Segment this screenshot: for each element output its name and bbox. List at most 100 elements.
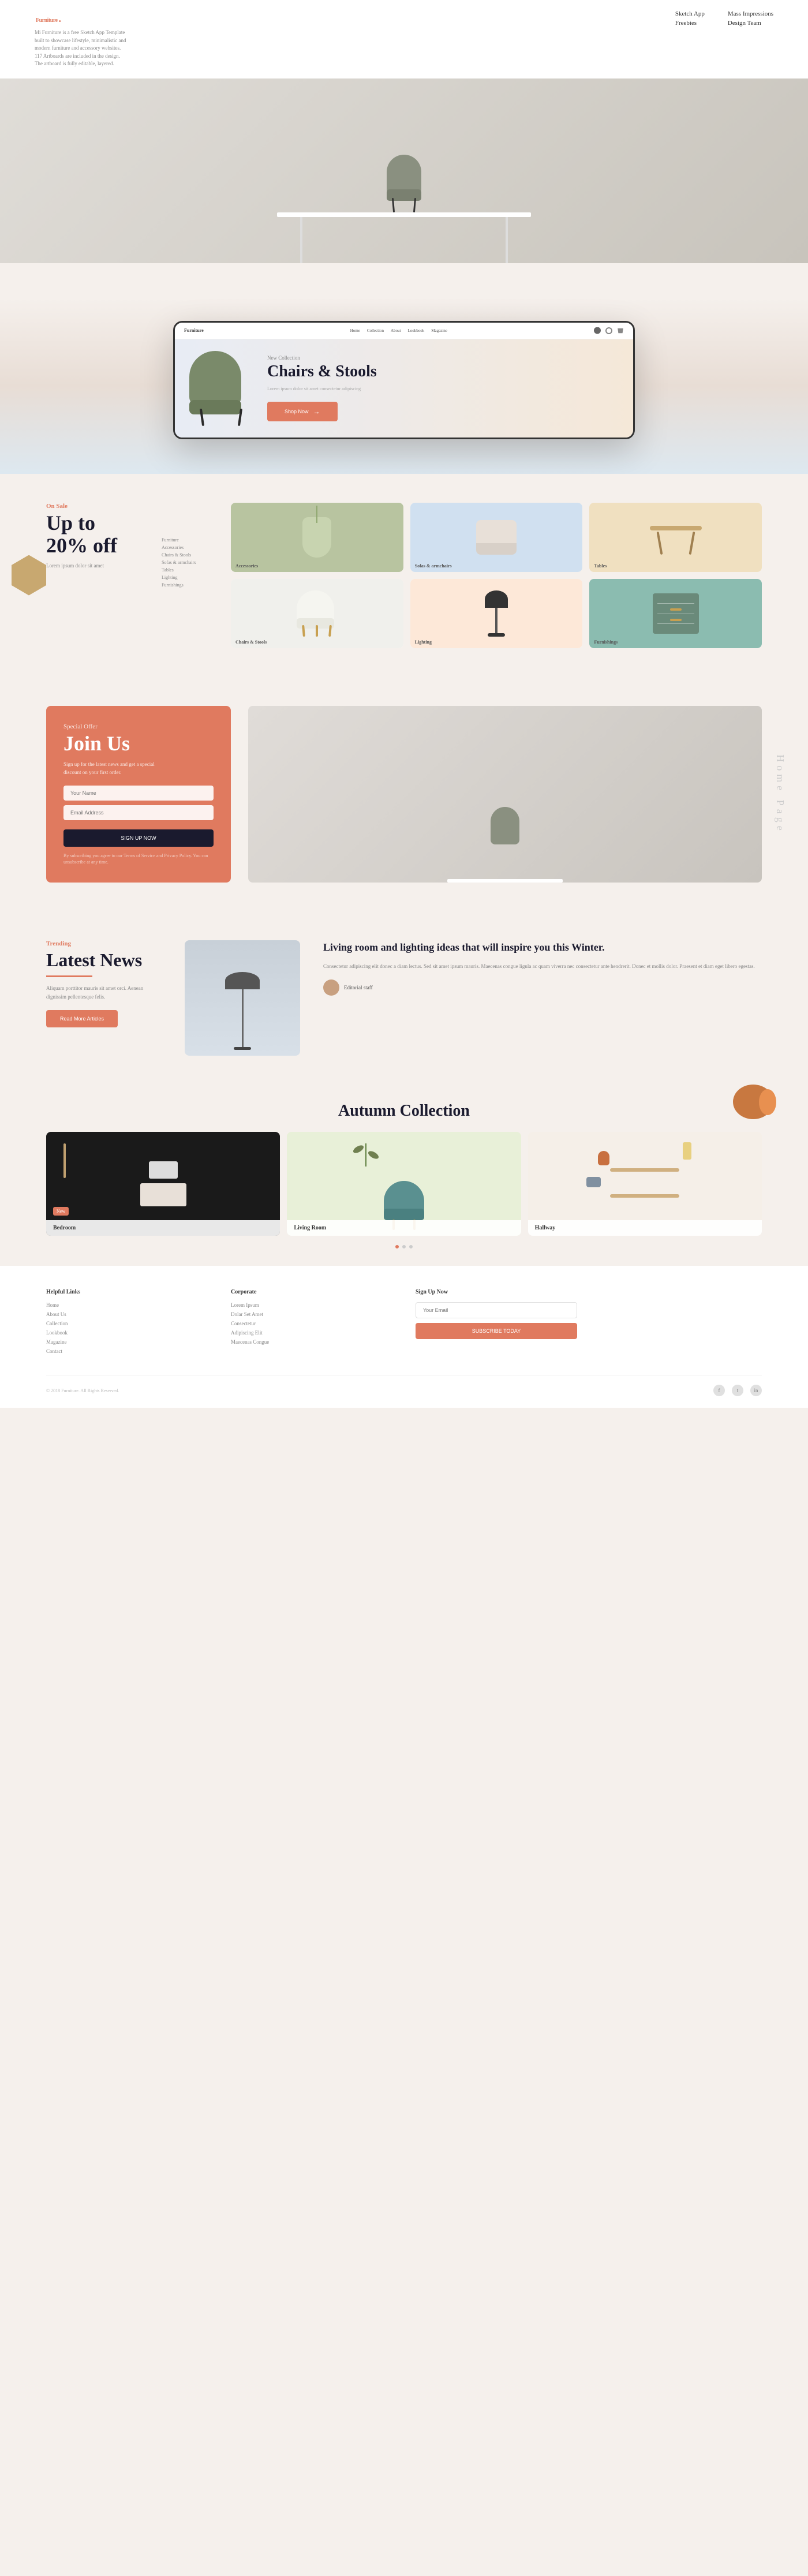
lamp-illustration (485, 590, 508, 637)
twitter-icon[interactable]: t (732, 1385, 743, 1396)
user-icon[interactable] (594, 327, 601, 334)
tablet-hero-subtext: Lorem ipsum dolor sit amet consectetur a… (267, 386, 622, 392)
table-leg-right (689, 531, 695, 554)
so-title: Join Us (63, 732, 214, 756)
footer-link-home[interactable]: Home (46, 1302, 208, 1308)
author-avatar (323, 979, 339, 996)
so-email-input[interactable] (63, 805, 214, 820)
nav-col-2: Mass Impressions Design Team (728, 10, 773, 27)
product-card-chairs[interactable]: Chairs & Stools (231, 579, 403, 648)
armchair-seat (476, 543, 517, 555)
sidebar-chairs[interactable]: Chairs & Stools (162, 552, 208, 558)
product-card-sofas[interactable]: Sofas & armchairs (410, 503, 583, 572)
sale-text-block: On Sale Up to 20% off Lorem ipsum dolor … (46, 503, 139, 648)
footer-corp-link-1[interactable]: Lorem Ipsum (231, 1302, 392, 1308)
footer-link-about[interactable]: About Us (46, 1311, 208, 1317)
tablet-headline: Chairs & Stools (267, 363, 622, 381)
product-card-lighting[interactable]: Lighting (410, 579, 583, 648)
tablet-nav-lookbook[interactable]: Lookbook (408, 328, 425, 333)
tablet-nav-about[interactable]: About (391, 328, 401, 333)
so-desk-illustration (447, 879, 563, 883)
tablet-nav-magazine[interactable]: Magazine (431, 328, 447, 333)
lamp-base (488, 633, 505, 637)
tablet-cta-button[interactable]: Shop Now → (267, 402, 338, 421)
nav-link-design[interactable]: Design Team (728, 20, 773, 27)
collection-title: Autumn Collection (46, 1102, 762, 1120)
so-image-inner (248, 706, 762, 883)
footer-corp-link-2[interactable]: Dolar Set Amet (231, 1311, 392, 1317)
footer-corporate-title: Corporate (231, 1289, 392, 1295)
product-accessories-label: Accessories (235, 563, 258, 569)
desk-leg-left (300, 217, 302, 263)
shelf-bottom (610, 1194, 679, 1198)
so-name-input[interactable] (63, 786, 214, 801)
cart-icon[interactable] (617, 327, 624, 334)
product-lighting-image (410, 579, 583, 648)
product-card-tables[interactable]: Tables (589, 503, 762, 572)
nav-link-sketch[interactable]: Sketch App (675, 10, 705, 17)
so-terms-text: By subscribing you agree to our Terms of… (63, 853, 214, 865)
linkedin-letter: in (754, 1388, 758, 1393)
news-trending-label: Trending (46, 940, 162, 947)
dot-3[interactable] (409, 1245, 413, 1248)
sidebar-tables[interactable]: Tables (162, 567, 208, 573)
shelf-top (610, 1168, 679, 1172)
lamp-stand (63, 1143, 66, 1178)
so-surface (447, 879, 563, 883)
search-icon[interactable] (605, 327, 612, 334)
footer-grid: Helpful Links Home About Us Collection L… (46, 1289, 762, 1358)
footer-link-magazine[interactable]: Magazine (46, 1339, 208, 1345)
product-lighting-label: Lighting (415, 640, 432, 645)
hexagon-shape (12, 555, 46, 596)
wc-back (297, 590, 334, 622)
footer-subscribe-button[interactable]: SUBSCRIBE TODAY (416, 1323, 577, 1339)
table-illustration (650, 520, 702, 555)
main-navigation: Sketch App Freebies Mass Impressions Des… (675, 10, 773, 27)
sidebar-lighting[interactable]: Lighting (162, 575, 208, 580)
news-description: Aliquam porttitor mauris sit amet orci. … (46, 984, 162, 1001)
dot-1[interactable] (395, 1245, 399, 1248)
sidebar-furnishings[interactable]: Furnishings (162, 582, 208, 588)
footer-signup-title: Sign Up Now (416, 1289, 577, 1295)
home-page-label: Home Page (774, 754, 786, 833)
news-read-more-button[interactable]: Read More Articles (46, 1010, 118, 1027)
footer-link-lookbook[interactable]: Lookbook (46, 1330, 208, 1336)
so-submit-button[interactable]: SIGN UP NOW (63, 829, 214, 847)
product-chairs-image (231, 579, 403, 648)
linkedin-icon[interactable]: in (750, 1385, 762, 1396)
collection-card-hallway[interactable]: Hallway (528, 1132, 762, 1236)
footer-corp-link-5[interactable]: Maecenas Congue (231, 1339, 392, 1345)
collection-card-bedroom[interactable]: Bedroom New (46, 1132, 280, 1236)
product-furnishings-image (589, 579, 762, 648)
tablet-nav-collection[interactable]: Collection (367, 328, 384, 333)
collection-card-living[interactable]: Living Room (287, 1132, 521, 1236)
twitter-letter: t (737, 1388, 739, 1393)
nav-link-freebies[interactable]: Freebies (675, 20, 705, 27)
facebook-icon[interactable]: f (713, 1385, 725, 1396)
footer-email-input[interactable] (416, 1302, 577, 1318)
sale-headline: Up to 20% off (46, 512, 139, 558)
product-card-furnishings[interactable]: Furnishings (589, 579, 762, 648)
product-card-accessories[interactable]: Accessories (231, 503, 403, 572)
sidebar-accessories[interactable]: Accessories (162, 545, 208, 550)
news-image-content (185, 940, 300, 1056)
nav-link-mass[interactable]: Mass Impressions (728, 10, 773, 17)
sidebar-furniture[interactable]: Furniture (162, 537, 208, 543)
product-chairs-label: Chairs & Stools (235, 640, 267, 645)
dot-2[interactable] (402, 1245, 406, 1248)
footer-corp-link-4[interactable]: Adipiscing Elit (231, 1330, 392, 1336)
footer-link-collection[interactable]: Collection (46, 1321, 208, 1326)
tablet-nav-home[interactable]: Home (350, 328, 360, 333)
footer-link-contact[interactable]: Contact (46, 1348, 208, 1354)
so-desk-image (248, 706, 762, 883)
wooden-decoration (733, 1085, 773, 1119)
tablet-chair-illustration (186, 351, 256, 426)
hero-desk-illustration (231, 102, 577, 263)
so-chair-illustration (491, 807, 519, 844)
armchair-back (476, 520, 517, 543)
footer-corp-link-3[interactable]: Consectetur (231, 1321, 392, 1326)
sale-sidebar: Furniture Accessories Chairs & Stools So… (162, 503, 208, 648)
armchair-illustration (476, 520, 517, 555)
product-grid: Accessories Sofas & armchairs Tables (231, 503, 762, 648)
sidebar-sofas[interactable]: Sofas & armchairs (162, 560, 208, 565)
